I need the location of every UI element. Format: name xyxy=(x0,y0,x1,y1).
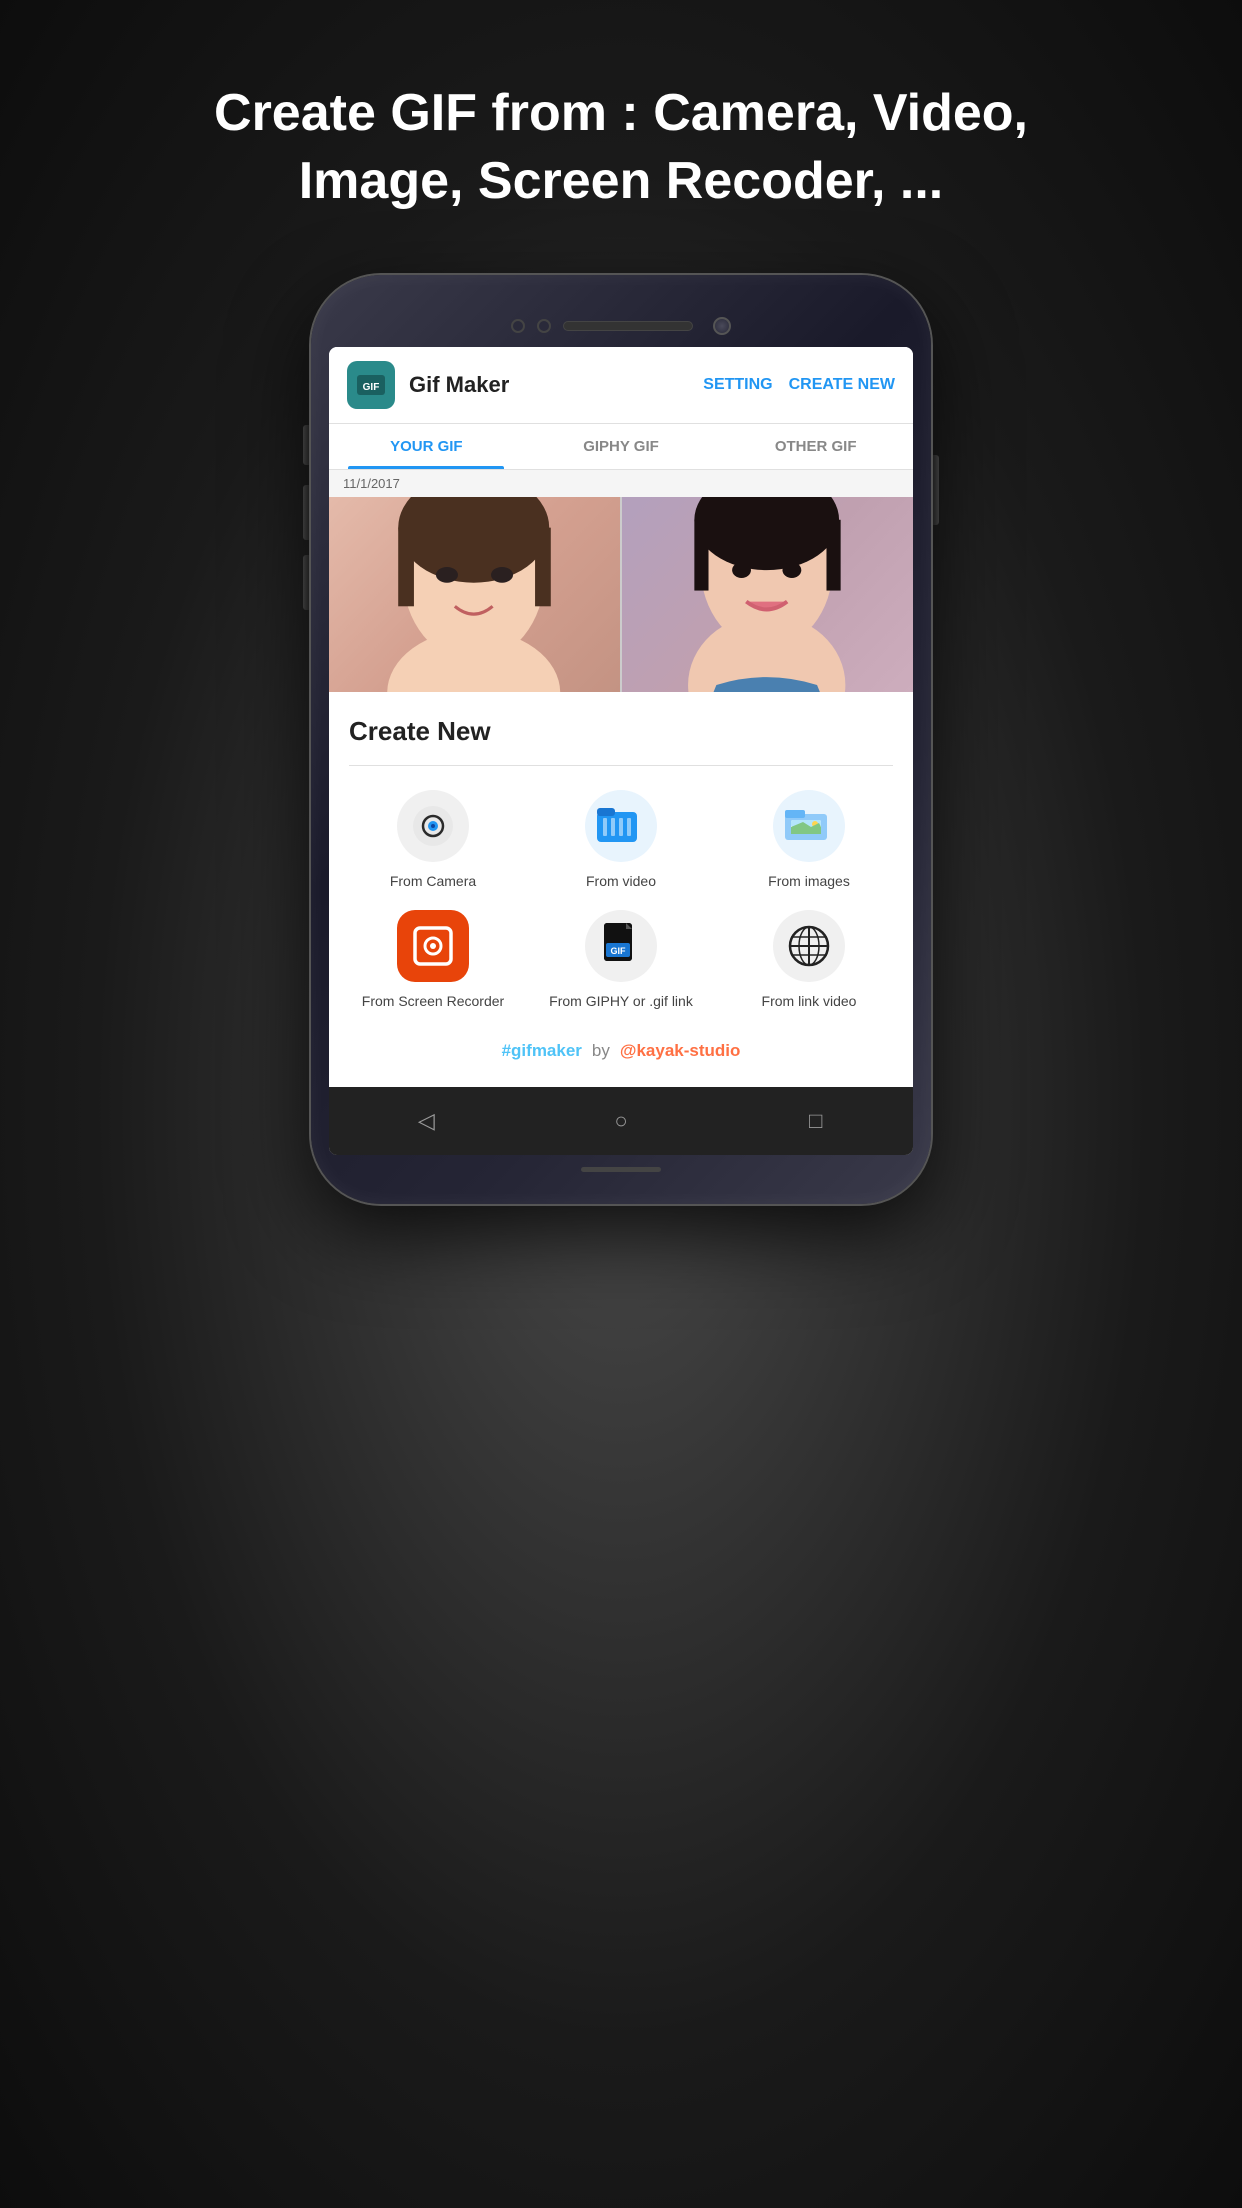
svg-text:GIF: GIF xyxy=(363,382,380,393)
app-actions: SETTING CREATE NEW xyxy=(703,376,895,394)
nav-bar: ◁ ○ □ xyxy=(329,1087,913,1155)
svg-text:GIF: GIF xyxy=(611,946,627,956)
sheet-footer: #gifmaker by @kayak-studio xyxy=(349,1031,893,1071)
home-nav-button[interactable]: ○ xyxy=(603,1103,639,1139)
volume-button-2 xyxy=(303,485,309,540)
giphy-icon-bg: GIF xyxy=(585,910,657,982)
bottom-sheet: Create New From Camera xyxy=(329,692,913,1086)
gif-thumbnail-1 xyxy=(329,497,620,692)
video-label: From video xyxy=(586,872,656,890)
phone-camera xyxy=(713,317,731,335)
app-title: Gif Maker xyxy=(409,372,689,398)
link-video-label: From link video xyxy=(762,992,857,1010)
tab-other-gif[interactable]: OTHER GIF xyxy=(718,424,913,469)
sheet-title: Create New xyxy=(349,716,893,747)
phone-top-bar xyxy=(329,303,913,347)
footer-by: by xyxy=(592,1041,610,1061)
gif-cell-1[interactable] xyxy=(329,497,620,692)
phone-dot-1 xyxy=(511,319,525,333)
tab-giphy-gif[interactable]: GIPHY GIF xyxy=(524,424,719,469)
gif-thumbnail-2 xyxy=(622,497,913,692)
footer-studio: @kayak-studio xyxy=(620,1041,741,1061)
camera-icon-bg xyxy=(397,790,469,862)
create-item-link-video[interactable]: From link video xyxy=(725,910,893,1010)
volume-button-3 xyxy=(303,555,309,610)
setting-button[interactable]: SETTING xyxy=(703,376,772,394)
volume-button-1 xyxy=(303,425,309,465)
gif-cell-2[interactable] xyxy=(622,497,913,692)
create-new-button[interactable]: CREATE NEW xyxy=(789,376,895,394)
phone-dot-2 xyxy=(537,319,551,333)
create-grid: From Camera xyxy=(349,790,893,1010)
video-icon-bg xyxy=(585,790,657,862)
power-button xyxy=(933,455,939,525)
phone-speaker xyxy=(563,321,693,331)
link-video-icon-bg xyxy=(773,910,845,982)
date-label: 11/1/2017 xyxy=(329,470,913,497)
home-indicator xyxy=(581,1167,661,1172)
tab-your-gif[interactable]: YOUR GIF xyxy=(329,424,524,469)
screen-recorder-icon-bg xyxy=(397,910,469,982)
create-item-screen-recorder[interactable]: From Screen Recorder xyxy=(349,910,517,1010)
phone-frame: GIF Gif Maker SETTING CREATE NEW YOUR GI… xyxy=(311,275,931,1203)
giphy-label: From GIPHY or .gif link xyxy=(549,992,693,1010)
screen-recorder-label: From Screen Recorder xyxy=(362,992,504,1010)
create-item-giphy[interactable]: GIF From GIPHY or .gif link xyxy=(537,910,705,1010)
footer-hashtag: #gifmaker xyxy=(502,1041,582,1061)
phone-outer: GIF Gif Maker SETTING CREATE NEW YOUR GI… xyxy=(311,275,931,1203)
create-item-camera[interactable]: From Camera xyxy=(349,790,517,890)
recent-nav-button[interactable]: □ xyxy=(798,1103,834,1139)
tabs-bar: YOUR GIF GIPHY GIF OTHER GIF xyxy=(329,424,913,470)
create-item-video[interactable]: From video xyxy=(537,790,705,890)
create-item-images[interactable]: From images xyxy=(725,790,893,890)
phone-screen: GIF Gif Maker SETTING CREATE NEW YOUR GI… xyxy=(329,347,913,1154)
headline: Create GIF from : Camera, Video, Image, … xyxy=(196,80,1046,215)
back-nav-button[interactable]: ◁ xyxy=(408,1103,444,1139)
phone-bottom xyxy=(329,1155,913,1176)
app-icon: GIF xyxy=(347,361,395,409)
images-label: From images xyxy=(768,872,850,890)
camera-label: From Camera xyxy=(390,872,476,890)
sheet-divider xyxy=(349,765,893,766)
gif-grid xyxy=(329,497,913,692)
app-bar: GIF Gif Maker SETTING CREATE NEW xyxy=(329,347,913,424)
images-icon-bg xyxy=(773,790,845,862)
headline-prefix: Create GIF from : xyxy=(214,84,653,142)
